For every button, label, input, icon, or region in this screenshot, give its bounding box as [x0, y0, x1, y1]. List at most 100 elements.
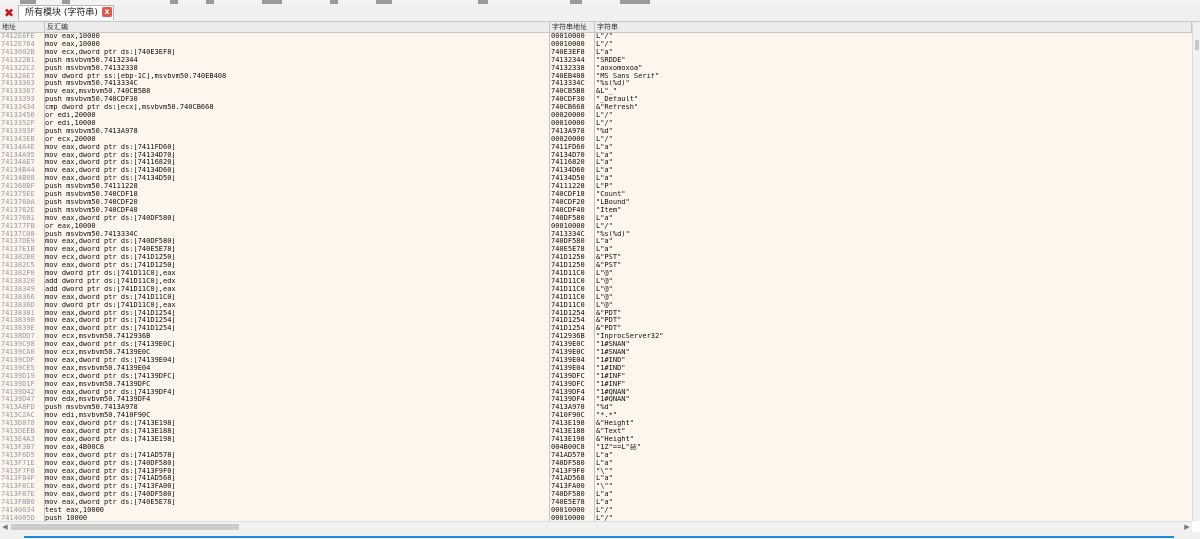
toolbar-icon[interactable] [478, 0, 488, 4]
header-string[interactable]: 字符串 [595, 22, 1192, 32]
horizontal-scrollbar[interactable]: ◀ ▶ [0, 521, 1192, 532]
table-row[interactable]: 7413F71E mov eax,dword ptr ds:[740DF580] 7… [0, 460, 1192, 468]
table-row[interactable]: 74133450 or edi,20000 00020000 L"/" [0, 112, 1192, 120]
close-window-icon[interactable]: ✖ [2, 6, 16, 20]
table-row[interactable]: 7413DEEB mov eax,dword ptr ds:[7413E188] 7… [0, 428, 1192, 436]
toolbar-icon[interactable] [330, 0, 338, 4]
cell-string-address: 74111228 [551, 183, 585, 191]
table-row[interactable]: 741382C5 mov eax,dword ptr ds:[741D1250] 7… [0, 262, 1192, 270]
table-row[interactable]: 7413393F push msvbvm50.7413A978 7413A978 "%… [0, 128, 1192, 136]
table-row[interactable]: 741382F0 mov dword ptr ds:[741D11C0],eax 7… [0, 270, 1192, 278]
table-row[interactable]: 74134A4E mov eax,dword ptr ds:[7411FD60] 7… [0, 144, 1192, 152]
cell-disassembly: mov eax,dword ptr ds:[74134D60] [45, 167, 176, 175]
toolbar-icon[interactable] [262, 0, 282, 4]
scroll-left-icon[interactable]: ◀ [0, 522, 10, 532]
table-row[interactable]: 7413A8FD push msvbvm50.7413A978 7413A978 "%… [0, 404, 1192, 412]
table-row[interactable]: 7413F84F mov eax,dword ptr ds:[741AD568] 7… [0, 475, 1192, 483]
table-row[interactable]: 741382B0 mov ecx,dword ptr ds:[741D1250] 7… [0, 254, 1192, 262]
table-row[interactable]: 74134B88 mov eax,dword ptr ds:[74134D50] 7… [0, 175, 1192, 183]
table-row[interactable]: 74138320 add dword ptr ds:[741D11C0],edx 7… [0, 278, 1192, 286]
table-row[interactable]: 7413F3B7 mov eax,4B00C8 004B00C8 "1Z"==L"琵" [0, 444, 1192, 452]
table-row[interactable]: 7413352F or edi,10000 00010000 L"/" [0, 120, 1192, 128]
cell-address: 74139CE5 [1, 364, 35, 372]
table-row[interactable]: 74134B44 mov eax,dword ptr ds:[74134D60] 7… [0, 167, 1192, 175]
cell-disassembly: push msvbvm50.74132344 [45, 56, 138, 64]
table-row[interactable]: 74138381 mov eax,dword ptr ds:[741D1254] 7… [0, 310, 1192, 318]
table-row[interactable]: 7413839E mov eax,dword ptr ds:[741D1254] 7… [0, 325, 1192, 333]
table-row[interactable]: 7413FBB0 mov eax,dword ptr ds:[740E5E78] 7… [0, 499, 1192, 507]
toolbar-icon[interactable] [170, 0, 178, 4]
table-row[interactable]: 74139CDF mov eax,dword ptr ds:[74139E04] 7… [0, 357, 1192, 365]
table-row[interactable]: 74138390 mov eax,dword ptr ds:[741D1254] 7… [0, 317, 1192, 325]
table-row[interactable]: 7413D878 mov eax,dword ptr ds:[7413E198] 7… [0, 420, 1192, 428]
table-row[interactable]: 74139D42 mov eax,dword ptr ds:[74139DF4] 7… [0, 389, 1192, 397]
table-row[interactable]: 74133303 push msvbvm50.7413334C 7413334C "%… [0, 80, 1192, 88]
table-row[interactable]: 74137E1B mov eax,dword ptr ds:[740E5E78] 7… [0, 246, 1192, 254]
toolbar-icon[interactable] [62, 0, 70, 4]
table-row[interactable]: 7413F87E mov eax,dword ptr ds:[740DF580] 7… [0, 491, 1192, 499]
toolbar-icon[interactable] [20, 0, 36, 4]
table-row[interactable]: 74134AE7 mov eax,dword ptr ds:[74116820] 7… [0, 159, 1192, 167]
table-row[interactable]: 741375EE push msvbvm50.740CDF18 740CDF18 "C… [0, 191, 1192, 199]
table-row[interactable]: 7413762E push msvbvm50.740CDF40 740CDF40 "I… [0, 207, 1192, 215]
table-row[interactable]: 74137681 mov eax,dword ptr ds:[740DF580] 7… [0, 215, 1192, 223]
table-row[interactable]: 741322C2 push msvbvm50.74132338 74132338 "a… [0, 65, 1192, 73]
tab-close-icon[interactable]: x [102, 7, 112, 17]
header-disassembly[interactable]: 反汇编 [45, 22, 550, 32]
table-row[interactable]: 74132AE7 mov dword ptr ss:[ebp-1C],msvbvm… [0, 73, 1192, 81]
table-row[interactable]: 74139C98 mov eax,dword ptr ds:[74139E0C] 7… [0, 341, 1192, 349]
table-row[interactable]: 74138DD7 mov ecx,msvbvm50.7412936B 7412936… [0, 333, 1192, 341]
header-address[interactable]: 地址 [0, 22, 45, 32]
cell-string: L"a" [596, 159, 613, 167]
toolbar-icon[interactable] [206, 0, 214, 4]
table-row[interactable]: 741322B1 push msvbvm50.74132344 74132344 "S… [0, 57, 1192, 65]
cell-disassembly: push msvbvm50.740CDF40 [45, 206, 138, 214]
table-row[interactable]: 7413E4A3 mov eax,dword ptr ds:[7413E198] 7… [0, 436, 1192, 444]
cell-string: L"/" [596, 40, 613, 48]
table-row[interactable]: 74133393 push msvbvm50.740CDF30 740CDF30 "_… [0, 96, 1192, 104]
cell-string: "LBound" [596, 198, 630, 206]
table-row[interactable]: 74139CA0 mov ecx,msvbvm50.74139E0C 74139E0… [0, 349, 1192, 357]
cell-string: "SRDDE" [596, 56, 626, 64]
vertical-scrollbar[interactable] [1192, 22, 1200, 521]
toolbar-icon[interactable] [570, 0, 582, 4]
table-row[interactable]: 7413002B mov ecx,dword ptr ds:[740E3EF8] 7… [0, 49, 1192, 57]
table-row[interactable]: 74134A95 mov eax,dword ptr ds:[74134D70] 7… [0, 152, 1192, 160]
table-row[interactable]: 7413836D mov dword ptr ds:[741D11C0],eax 7… [0, 302, 1192, 310]
scroll-right-icon[interactable]: ▶ [1182, 522, 1192, 532]
table-row[interactable]: 74139CE5 mov eax,msvbvm50.74139E04 74139E0… [0, 365, 1192, 373]
toolbar-icon[interactable] [376, 0, 392, 4]
table-row[interactable]: 7413760A push msvbvm50.740CDF20 740CDF20 "L… [0, 199, 1192, 207]
table-row[interactable]: 74137C08 push msvbvm50.7413334C 7413334C "%… [0, 231, 1192, 239]
table-row[interactable]: 74139D1F mov eax,msvbvm50.74139DFC 74139DF… [0, 381, 1192, 389]
table-row[interactable]: 741377FB or eax,10000 00010000 L"/" [0, 223, 1192, 231]
toolbar-icon[interactable] [620, 0, 650, 4]
table-row[interactable]: 7413F8CE mov eax,dword ptr ds:[7413FA00] 7… [0, 483, 1192, 491]
cell-string-address: 7413E188 [551, 428, 585, 435]
table-row[interactable]: 7413F7F8 mov eax,dword ptr ds:[7413F9F0] 7… [0, 468, 1192, 476]
horizontal-scroll-thumb[interactable] [11, 524, 239, 530]
strings-table[interactable]: 7412E6FE mov eax,10000 00010000 L"/" 7412E76… [0, 33, 1192, 521]
table-row[interactable]: 74138366 mov eax,dword ptr ds:[741D11C0] 7… [0, 294, 1192, 302]
vertical-scroll-thumb[interactable] [1195, 40, 1199, 50]
table-row[interactable]: 74133367 mov eax,msvbvm50.740CB5B8 740CB5B… [0, 88, 1192, 96]
table-row[interactable]: 7413C2AC mov edi,msvbvm50.7410F90C 7410F90… [0, 412, 1192, 420]
tab-all-modules-strings[interactable]: 所有模块 (字符串) [18, 5, 114, 20]
table-row[interactable]: 7412E764 mov eax,10000 00010000 L"/" [0, 41, 1192, 49]
table-row[interactable]: 74133434 cmp dword ptr ds:[ecx],msvbvm50.… [0, 104, 1192, 112]
table-row[interactable]: 74140034 test eax,10000 00010000 L"/" [0, 507, 1192, 515]
table-row[interactable]: 74138349 add dword ptr ds:[741D11C0],eax 7… [0, 286, 1192, 294]
cell-string-address: 74139DF4 [551, 388, 585, 396]
cell-address: 741382B0 [1, 254, 35, 262]
cell-string: L"@" [596, 270, 613, 277]
cell-address: 7413E4A3 [1, 435, 35, 443]
cell-string-address: 741D11C0 [551, 293, 585, 301]
table-row[interactable]: 741368BF push msvbvm50.74111228 74111228 L"… [0, 183, 1192, 191]
table-row[interactable]: 74137DE9 mov eax,dword ptr ds:[740DF580] 7… [0, 238, 1192, 246]
table-row[interactable]: 7412E6FE mov eax,10000 00010000 L"/" [0, 33, 1192, 41]
table-row[interactable]: 74139D19 mov ecx,dword ptr ds:[74139DFC] 7… [0, 373, 1192, 381]
table-row[interactable]: 74139D47 mov edx,msvbvm50.74139DF4 74139DF… [0, 396, 1192, 404]
table-row[interactable]: 741343EB or ecx,20000 00020000 L"/" [0, 136, 1192, 144]
header-string-address[interactable]: 字符串地址 [550, 22, 595, 32]
table-row[interactable]: 7413F6D5 mov eax,dword ptr ds:[741AD578] 7… [0, 452, 1192, 460]
